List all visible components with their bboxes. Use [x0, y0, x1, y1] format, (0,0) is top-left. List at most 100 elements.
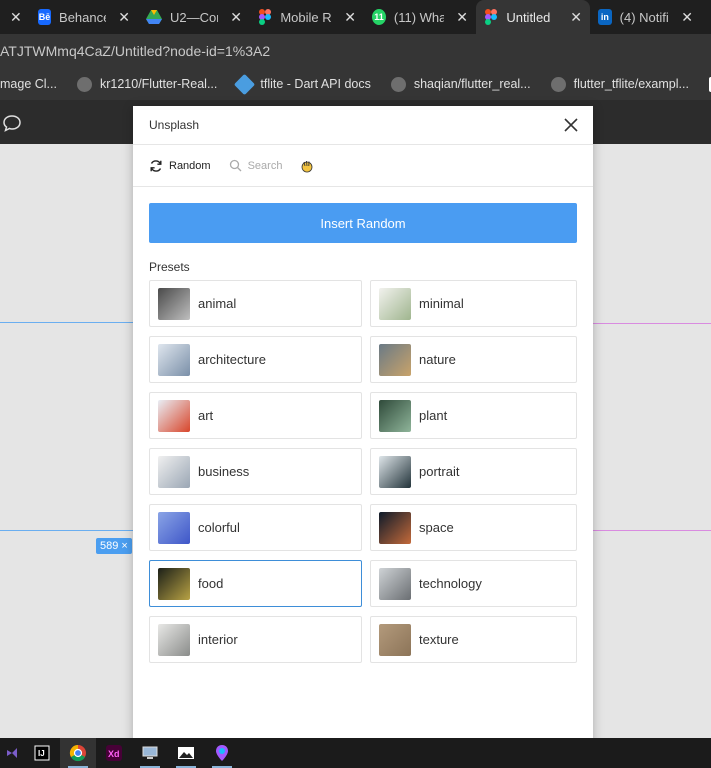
preset-card-plant[interactable]: plant — [370, 392, 577, 439]
frame-edge — [0, 530, 133, 531]
taskbar-item-visual-studio[interactable] — [0, 738, 24, 768]
taskbar-item-chrome[interactable] — [60, 738, 96, 768]
address-bar[interactable]: ATJTWMmq4CaZ/Untitled?node-id=1%3A2 — [0, 34, 711, 68]
frame-edge — [0, 322, 133, 323]
preset-label: colorful — [198, 520, 240, 535]
taskbar-item-photos[interactable] — [168, 738, 204, 768]
tab-label: Random — [169, 159, 211, 172]
svg-text:Xd: Xd — [108, 749, 120, 759]
presets-grid: animal minimal architecture nature art plant b… — [149, 280, 577, 663]
preset-label: animal — [198, 296, 237, 311]
preset-thumbnail — [158, 567, 190, 600]
taskbar-item-figma[interactable] — [204, 738, 240, 768]
preset-label: texture — [419, 632, 459, 647]
close-tab-icon[interactable]: ✕ — [456, 9, 468, 26]
preset-label: minimal — [419, 296, 464, 311]
preset-thumbnail — [379, 287, 411, 320]
close-tab-icon[interactable]: ✕ — [681, 9, 693, 26]
bookmarks-bar: mage Cl... kr1210/Flutter-Real... tflite… — [0, 68, 711, 100]
taskbar-item-computer[interactable] — [132, 738, 168, 768]
bookmark-label: mage Cl... — [0, 77, 57, 91]
tab-behance[interactable]: Bē Behance ✕ — [30, 0, 138, 34]
preset-card-architecture[interactable]: architecture — [149, 336, 362, 383]
taskbar-item-xd[interactable]: Xd — [96, 738, 132, 768]
close-tab-icon[interactable]: ✕ — [10, 9, 22, 26]
preset-card-business[interactable]: business — [149, 448, 362, 495]
dialog-header: Unsplash — [133, 106, 593, 145]
dialog-title: Unsplash — [149, 118, 200, 132]
comment-icon[interactable] — [2, 114, 22, 132]
refresh-icon — [150, 159, 162, 172]
close-tab-icon[interactable]: ✕ — [118, 9, 130, 26]
tab-random[interactable]: Random — [149, 159, 211, 173]
github-icon — [550, 76, 566, 92]
tab-mobile[interactable]: Mobile R ✕ — [250, 0, 364, 34]
tab-u2[interactable]: U2—Con ✕ — [138, 0, 250, 34]
intellij-icon: IJ — [34, 745, 50, 761]
preset-label: architecture — [198, 352, 266, 367]
bookmark-item[interactable]: shaqian/flutter_real... — [385, 76, 537, 92]
visual-studio-icon — [7, 748, 17, 758]
preset-card-interior[interactable]: interior — [149, 616, 362, 663]
tab-label: (4) Notifi — [619, 9, 669, 25]
preset-thumbnail — [379, 455, 411, 488]
dialog-tabs: Random Search — [133, 145, 593, 187]
preset-card-texture[interactable]: texture — [370, 616, 577, 663]
frame-edge — [593, 530, 711, 531]
bookmark-label: shaqian/flutter_real... — [413, 77, 531, 91]
adobe-xd-icon: Xd — [106, 745, 122, 761]
bookmark-item[interactable]: flutter_tflite/exampl... — [545, 76, 695, 92]
chrome-icon — [69, 744, 86, 762]
bookmark-label: tflite - Dart API docs — [260, 77, 371, 91]
preset-card-nature[interactable]: nature — [370, 336, 577, 383]
svg-text:IJ: IJ — [38, 749, 45, 758]
bookmark-item[interactable]: mage Cl... — [0, 77, 63, 91]
preset-card-colorful[interactable]: colorful — [149, 504, 362, 551]
preset-card-animal[interactable]: animal — [149, 280, 362, 327]
google-drive-icon — [146, 9, 162, 25]
bookmark-item[interactable]: tflite - Dart API docs — [231, 73, 376, 95]
preset-thumbnail — [158, 399, 190, 432]
url-text[interactable]: ATJTWMmq4CaZ/Untitled?node-id=1%3A2 — [0, 43, 270, 59]
preset-label: plant — [419, 408, 448, 423]
preset-label: art — [198, 408, 214, 423]
tab-user[interactable] — [300, 159, 314, 173]
bookmark-item[interactable]: kr1210/Flutter-Real... — [71, 76, 223, 92]
tab-whatsapp[interactable]: 11 (11) Wha ✕ — [364, 0, 476, 34]
bookmark-item[interactable]: M B — [703, 76, 711, 92]
preset-card-minimal[interactable]: minimal — [370, 280, 577, 327]
hand-emoji-icon — [302, 160, 313, 172]
close-tab-icon[interactable]: ✕ — [570, 9, 582, 26]
close-tab-icon[interactable]: ✕ — [230, 9, 242, 26]
tab-partial[interactable]: ✕ — [0, 0, 30, 34]
preset-label: portrait — [419, 464, 460, 479]
close-tab-icon[interactable]: ✕ — [344, 9, 356, 26]
taskbar-item-intellij[interactable]: IJ — [24, 738, 60, 768]
tab-label: Search — [247, 159, 283, 172]
figma-icon — [258, 9, 272, 25]
preset-label: space — [419, 520, 454, 535]
preset-card-art[interactable]: art — [149, 392, 362, 439]
preset-thumbnail — [379, 567, 411, 600]
tab-search[interactable]: Search — [229, 159, 283, 172]
preset-card-food[interactable]: food — [149, 560, 362, 607]
preset-card-portrait[interactable]: portrait — [370, 448, 577, 495]
tab-linkedin[interactable]: in (4) Notifi ✕ — [590, 0, 701, 34]
preset-label: technology — [419, 576, 482, 591]
tab-untitled[interactable]: Untitled ✕ — [476, 0, 590, 34]
github-icon — [76, 76, 92, 92]
insert-random-button[interactable]: Insert Random — [149, 203, 577, 243]
preset-thumbnail — [379, 511, 411, 544]
taskbar: IJ Xd — [0, 738, 711, 768]
close-icon[interactable] — [563, 117, 579, 133]
tab-label: (11) Wha — [393, 9, 445, 25]
preset-label: business — [198, 464, 250, 479]
computer-icon — [142, 746, 158, 759]
preset-card-technology[interactable]: technology — [370, 560, 577, 607]
linkedin-icon: in — [598, 9, 612, 25]
preset-thumbnail — [158, 287, 190, 320]
preset-card-space[interactable]: space — [370, 504, 577, 551]
behance-icon: Bē — [38, 9, 52, 25]
search-icon — [229, 159, 242, 172]
preset-label: interior — [198, 632, 238, 647]
